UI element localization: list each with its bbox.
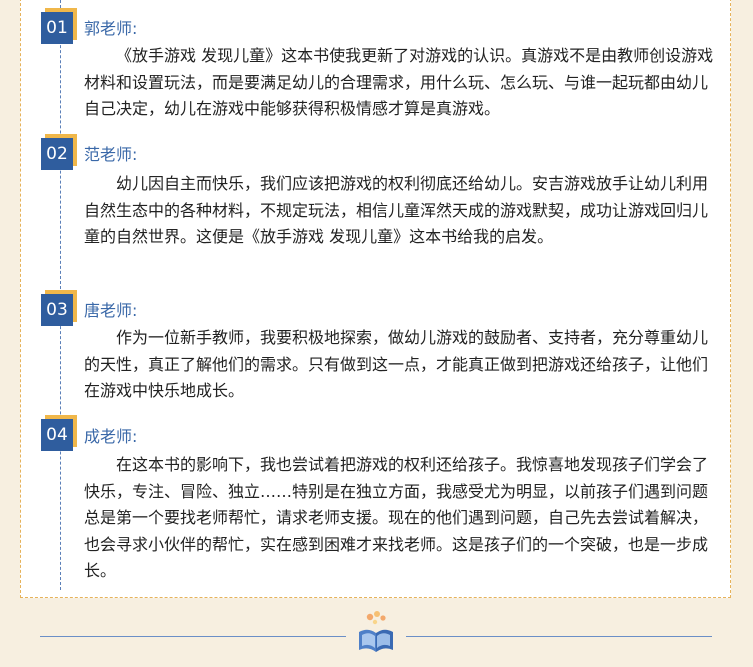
comment-paragraph: 幼儿因自主而快乐，我们应该把游戏的权利彻底还给幼儿。安吉游戏放手让幼儿利用自然生…	[84, 174, 709, 246]
badge-number: 03	[41, 294, 73, 326]
number-badge: 03	[41, 290, 77, 326]
comment-paragraph: 作为一位新手教师，我要积极地探索，做幼儿游戏的鼓励者、支持者，充分尊重幼儿的天性…	[84, 328, 709, 400]
comment-paragraph: 在这本书的影响下，我也尝试着把游戏的权利还给孩子。我惊喜地发现孩子们学会了快乐，…	[84, 455, 709, 580]
footer-divider-right	[406, 636, 712, 637]
teacher-name: 唐老师:	[84, 301, 138, 320]
badge-number: 02	[41, 138, 73, 170]
badge-number: 01	[41, 12, 73, 44]
teacher-name: 郭老师:	[84, 19, 138, 38]
comment-paragraph: 《放手游戏 发现儿童》这本书使我更新了对游戏的认识。真游戏不是由教师创设游戏材料…	[84, 46, 714, 118]
badge-number: 04	[41, 419, 73, 451]
number-badge: 04	[41, 415, 77, 451]
teacher-name: 范老师:	[84, 145, 138, 164]
number-badge: 01	[41, 8, 77, 44]
footer-divider-left	[40, 636, 346, 637]
open-book-icon	[356, 608, 396, 656]
teacher-name: 成老师:	[84, 427, 138, 446]
number-badge: 02	[41, 134, 77, 170]
